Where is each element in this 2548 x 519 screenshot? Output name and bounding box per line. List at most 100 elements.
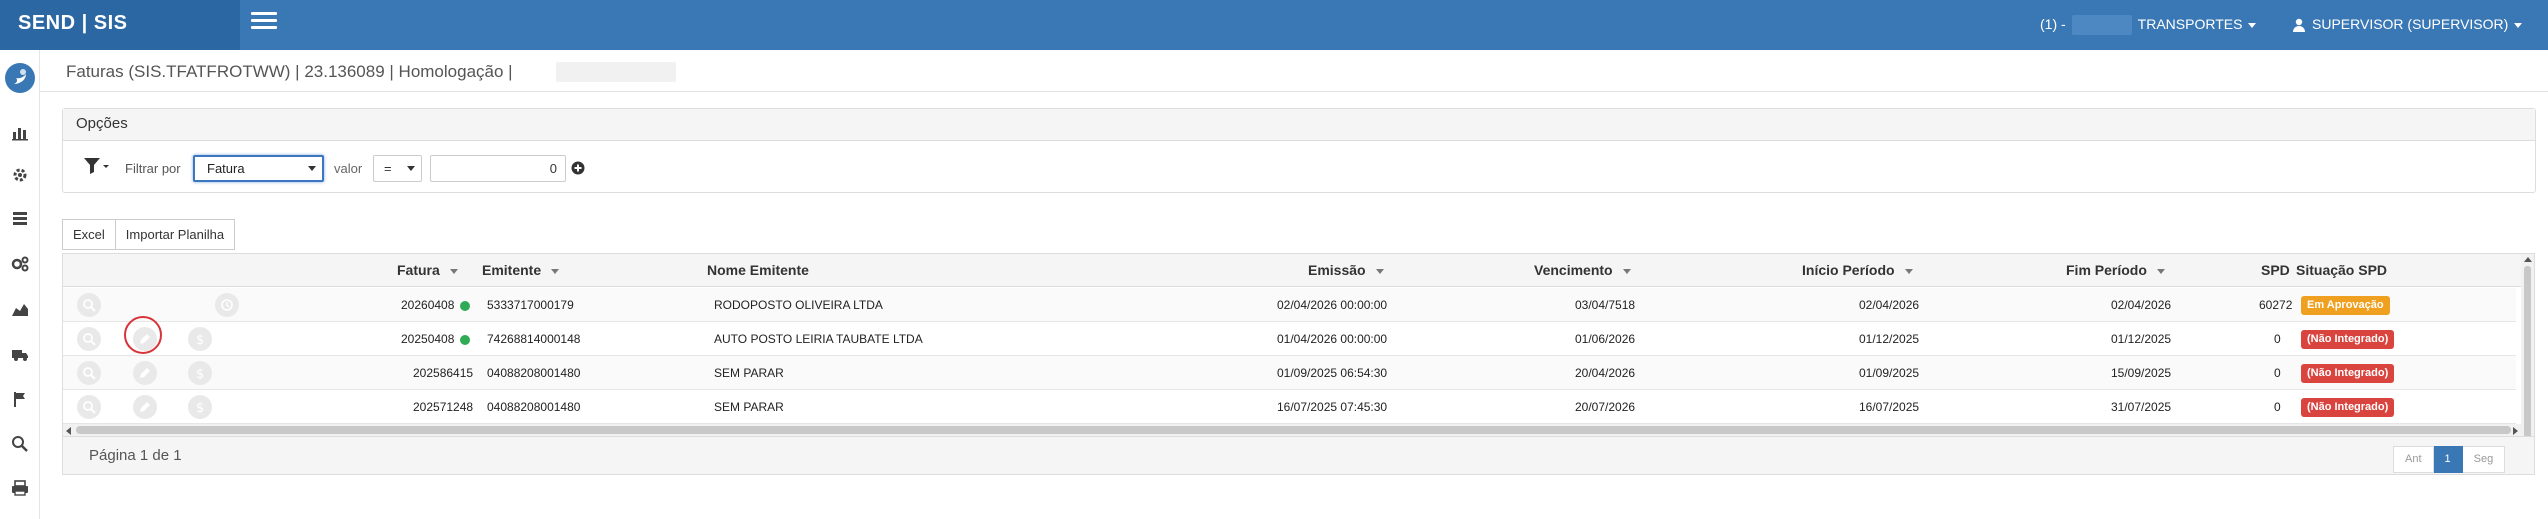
company-prefix: (1) - [2040, 16, 2066, 32]
col-fatura[interactable]: Fatura [397, 254, 458, 287]
gears-icon[interactable] [10, 254, 30, 274]
col-situacao-spd[interactable]: Situação SPD [2296, 254, 2387, 287]
svg-text:$: $ [196, 401, 204, 414]
table-row[interactable]: 20260408 5333717000179 RODOPOSTO OLIVEIR… [63, 288, 2516, 322]
col-inicio-periodo[interactable]: Início Período [1802, 254, 1913, 287]
col-emissao[interactable]: Emissão [1308, 254, 1384, 287]
top-bar: SEND | SIS (1) - TRANSPORTES SUPERVISOR (… [0, 0, 2548, 50]
filter-field-value: Fatura [207, 161, 245, 176]
cell-fim-periodo: 01/12/2025 [2111, 332, 2172, 346]
cell-fatura: 202571248 [413, 400, 474, 414]
excel-button[interactable]: Excel [62, 219, 116, 250]
status-ok-icon [460, 300, 471, 311]
cell-fim-periodo: 15/09/2025 [2111, 366, 2172, 380]
chevron-down-icon [308, 166, 316, 171]
add-filter-icon[interactable] [571, 161, 585, 175]
hamburger-menu-icon[interactable] [251, 12, 277, 32]
app-logo-icon[interactable] [4, 62, 36, 94]
history-icon[interactable] [215, 293, 239, 317]
search-icon[interactable] [77, 327, 101, 351]
prev-page-button[interactable]: Ant [2393, 446, 2434, 473]
toolbar: Excel Importar Planilha [62, 219, 236, 250]
options-panel: Opções Filtrar por Fatura valor = 0 [62, 108, 2536, 193]
sort-icon [2156, 268, 2165, 274]
operator-value: = [384, 161, 392, 176]
search-icon[interactable] [77, 395, 101, 419]
cell-fatura: 202586415 [413, 366, 474, 380]
cell-vencimento: 20/04/2026 [1575, 366, 1636, 380]
filter-icon[interactable] [83, 157, 109, 175]
cell-spd: 0 [2274, 366, 2281, 380]
table-row[interactable]: $ 20250408 74268814000148 AUTO POSTO LEI… [63, 322, 2516, 356]
cell-fatura: 20250408 [401, 322, 471, 356]
gear-icon[interactable] [10, 165, 30, 185]
cell-emissao: 01/09/2025 06:54:30 [1277, 366, 1388, 380]
cell-vencimento: 03/04/7518 [1575, 298, 1636, 312]
table-row[interactable]: $ 202586415 04088208001480 SEM PARAR 01/… [63, 356, 2516, 390]
col-nome-emitente[interactable]: Nome Emitente [707, 254, 809, 287]
dollar-icon[interactable]: $ [188, 361, 212, 385]
edit-icon[interactable] [133, 395, 157, 419]
edit-icon[interactable] [133, 361, 157, 385]
cell-emissao: 01/04/2026 00:00:00 [1277, 332, 1388, 346]
area-chart-icon[interactable] [10, 299, 30, 319]
horizontal-scrollbar[interactable] [63, 424, 2534, 436]
truck-icon[interactable] [10, 344, 30, 364]
filter-label: Filtrar por [125, 161, 181, 176]
search-icon[interactable] [77, 293, 101, 317]
cell-nome-emitente: RODOPOSTO OLIVEIRA LTDA [714, 298, 883, 312]
dollar-icon[interactable]: $ [188, 395, 212, 419]
status-badge: (Não Integrado) [2301, 398, 2395, 417]
sort-icon [1904, 268, 1913, 274]
sort-icon [449, 268, 458, 274]
col-fim-periodo[interactable]: Fim Período [2066, 254, 2165, 287]
list-icon[interactable] [10, 208, 30, 228]
scroll-thumb[interactable] [2524, 266, 2531, 462]
cell-spd: 0 [2274, 400, 2281, 414]
cell-inicio-periodo: 02/04/2026 [1859, 298, 1920, 312]
cell-nome-emitente: SEM PARAR [714, 400, 784, 414]
cell-fim-periodo: 31/07/2025 [2111, 400, 2172, 414]
sort-icon [551, 268, 560, 274]
filter-field-select[interactable]: Fatura [193, 155, 324, 182]
page-1-button[interactable]: 1 [2433, 446, 2463, 473]
user-menu[interactable]: SUPERVISOR (SUPERVISOR) [2292, 0, 2523, 50]
col-vencimento[interactable]: Vencimento [1534, 254, 1631, 287]
sort-icon [1375, 268, 1384, 274]
cell-nome-emitente: AUTO POSTO LEIRIA TAUBATE LTDA [714, 332, 923, 346]
print-icon[interactable] [10, 478, 30, 498]
grid-footer: Página 1 de 1 Ant 1 Seg [63, 436, 2534, 474]
col-emitente[interactable]: Emitente [482, 254, 560, 287]
route-icon[interactable] [10, 389, 30, 409]
search-icon[interactable] [77, 361, 101, 385]
brand-logo[interactable]: SEND | SIS [0, 0, 240, 50]
cell-inicio-periodo: 16/07/2025 [1859, 400, 1920, 414]
click-highlight-ring [124, 316, 162, 354]
status-ok-icon [460, 334, 471, 345]
cell-spd: 60272 [2259, 298, 2293, 312]
cell-nome-emitente: SEM PARAR [714, 366, 784, 380]
title-redacted [556, 62, 676, 82]
cell-emitente: 5333717000179 [487, 298, 574, 312]
table-row[interactable]: $ 202571248 04088208001480 SEM PARAR 16/… [63, 390, 2516, 424]
operator-select[interactable]: = [373, 155, 422, 182]
value-input[interactable]: 0 [430, 155, 566, 182]
cell-emissao: 02/04/2026 00:00:00 [1277, 298, 1388, 312]
cell-emitente: 04088208001480 [487, 400, 581, 414]
scroll-thumb[interactable] [76, 426, 2511, 434]
import-spreadsheet-button[interactable]: Importar Planilha [115, 219, 236, 250]
search-icon[interactable] [10, 434, 30, 454]
scroll-left-icon [66, 427, 71, 435]
company-selector[interactable]: (1) - TRANSPORTES [2040, 0, 2257, 50]
cell-fatura: 20260408 [401, 288, 471, 322]
company-name: TRANSPORTES [2137, 16, 2243, 32]
cell-emitente: 74268814000148 [487, 332, 581, 346]
bar-chart-icon[interactable] [10, 122, 30, 142]
col-spd[interactable]: SPD [2261, 254, 2290, 287]
page-title: Faturas (SIS.TFATFROTWW) | 23.136089 | H… [66, 62, 513, 81]
next-page-button[interactable]: Seg [2462, 446, 2506, 473]
user-icon [2293, 19, 2305, 33]
cell-spd: 0 [2274, 332, 2281, 346]
dollar-icon[interactable]: $ [188, 327, 212, 351]
page-info: Página 1 de 1 [89, 447, 182, 464]
